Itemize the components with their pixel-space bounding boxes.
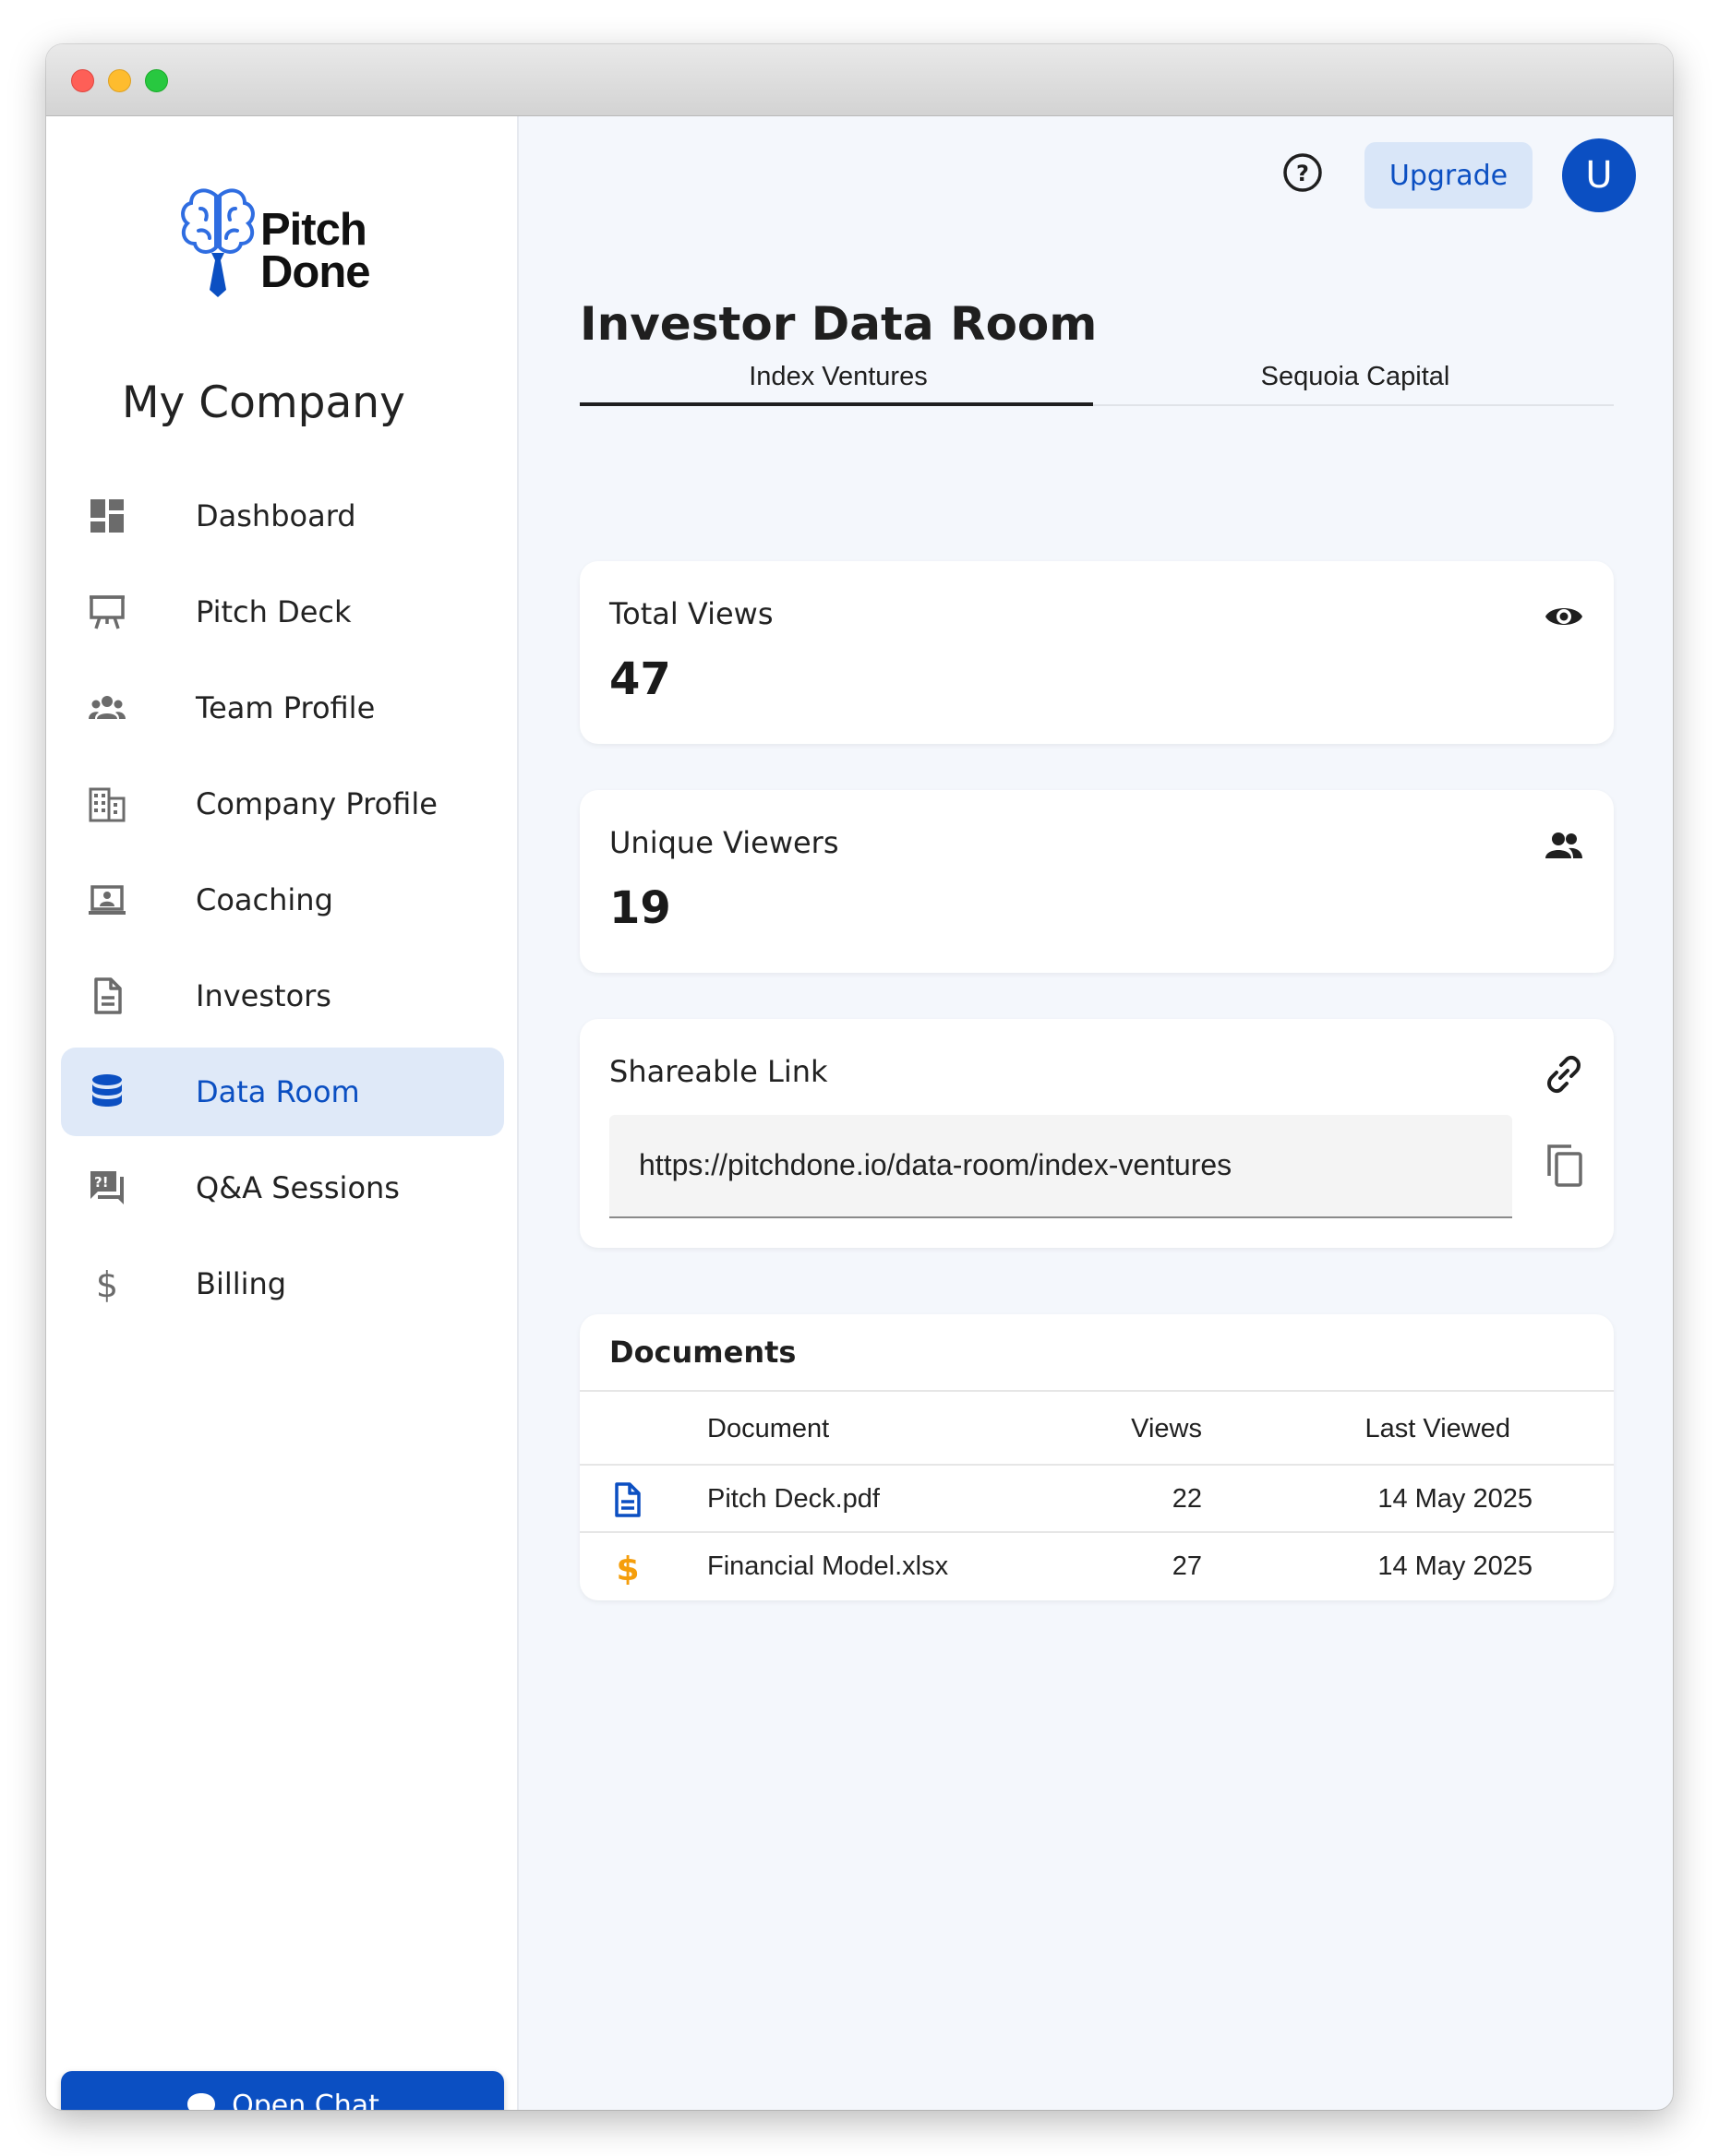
sidebar-item-dashboard[interactable]: Dashboard — [61, 472, 504, 560]
document-views: 27 — [1172, 1551, 1202, 1581]
unique-viewers-card: Unique Viewers 19 — [580, 790, 1614, 973]
svg-text:$: $ — [616, 1551, 639, 1585]
link-icon[interactable] — [1544, 1054, 1584, 1095]
shareable-link-field[interactable]: https://pitchdone.io/data-room/index-ven… — [609, 1115, 1512, 1218]
shareable-link-url: https://pitchdone.io/data-room/index-ven… — [639, 1148, 1232, 1181]
pitchdone-logo[interactable]: Pitch Done — [178, 186, 391, 301]
table-row[interactable]: Pitch Deck.pdf 22 14 May 2025 — [580, 1466, 1614, 1533]
tab-sequoia-capital[interactable]: Sequoia Capital — [1097, 362, 1614, 404]
maximize-window-button[interactable] — [145, 69, 168, 92]
svg-text:$: $ — [96, 1265, 118, 1302]
column-header-document[interactable]: Document — [707, 1414, 829, 1444]
unique-viewers-label: Unique Viewers — [609, 825, 839, 860]
open-chat-label: Open Chat — [232, 2089, 379, 2111]
documents-title: Documents — [609, 1335, 797, 1370]
sidebar-item-pitch-deck[interactable]: Pitch Deck — [61, 568, 504, 656]
svg-text:?!: ?! — [94, 1174, 109, 1191]
company-name: My Company — [122, 377, 405, 428]
investor-tabs: Index Ventures Sequoia Capital — [580, 329, 1614, 406]
logo-text: Pitch Done — [260, 205, 370, 297]
document-name: Financial Model.xlsx — [707, 1551, 949, 1581]
sidebar-item-label: Pitch Deck — [196, 594, 352, 629]
sidebar-item-label: Team Profile — [196, 690, 376, 725]
eye-icon — [1545, 608, 1582, 625]
dashboard-icon — [90, 499, 124, 533]
sidebar-item-label: Data Room — [196, 1074, 360, 1109]
sidebar-item-label: Billing — [196, 1266, 287, 1301]
svg-text:?: ? — [1296, 161, 1309, 186]
open-chat-button[interactable]: Open Chat — [61, 2071, 504, 2110]
laptop-person-icon — [89, 885, 126, 915]
sidebar-item-qa-sessions[interactable]: ?! Q&A Sessions — [61, 1144, 504, 1232]
main-content: ? Upgrade U Investor Data Room Index Ven… — [519, 116, 1673, 2110]
document-icon — [94, 977, 122, 1014]
column-header-last-viewed[interactable]: Last Viewed — [1365, 1414, 1510, 1444]
total-views-label: Total Views — [609, 596, 774, 631]
brain-tie-icon — [181, 188, 255, 297]
people-icon — [1545, 832, 1582, 858]
document-views: 22 — [1172, 1484, 1202, 1514]
close-window-button[interactable] — [71, 69, 94, 92]
sidebar-item-label: Q&A Sessions — [196, 1170, 400, 1205]
sidebar: Pitch Done My Company Dashboard Pitch De… — [46, 116, 519, 2110]
documents-card: Documents Document Views Last Viewed Pit… — [580, 1314, 1614, 1600]
building-icon — [89, 787, 126, 822]
dollar-icon: $ — [616, 1551, 639, 1585]
sidebar-item-team-profile[interactable]: Team Profile — [61, 664, 504, 752]
unique-viewers-value: 19 — [609, 882, 671, 934]
sidebar-item-label: Dashboard — [196, 498, 356, 533]
upgrade-button[interactable]: Upgrade — [1364, 142, 1533, 209]
sidebar-item-coaching[interactable]: Coaching — [61, 856, 504, 944]
dollar-icon: $ — [96, 1265, 118, 1302]
app-window: Pitch Done My Company Dashboard Pitch De… — [46, 44, 1673, 2110]
sidebar-nav: Dashboard Pitch Deck Team Profile Compan… — [61, 472, 504, 1336]
copy-icon[interactable] — [1544, 1143, 1584, 1189]
sidebar-item-label: Investors — [196, 978, 331, 1013]
shareable-link-card: Shareable Link https://pitchdone.io/data… — [580, 1019, 1614, 1248]
title-bar — [46, 44, 1673, 116]
qa-chat-icon: ?! — [90, 1171, 124, 1204]
column-header-views[interactable]: Views — [1131, 1414, 1202, 1444]
document-last-viewed: 14 May 2025 — [1377, 1484, 1533, 1514]
database-icon — [92, 1074, 122, 1107]
sidebar-item-company-profile[interactable]: Company Profile — [61, 760, 504, 848]
help-icon[interactable]: ? — [1281, 151, 1324, 194]
tab-index-ventures[interactable]: Index Ventures — [580, 362, 1097, 404]
table-row[interactable]: $ Financial Model.xlsx 27 14 May 2025 — [580, 1533, 1614, 1600]
minimize-window-button[interactable] — [108, 69, 131, 92]
sidebar-item-billing[interactable]: $ Billing — [61, 1240, 504, 1328]
total-views-card: Total Views 47 — [580, 561, 1614, 744]
chat-bubble-icon — [187, 2093, 216, 2110]
file-icon — [615, 1482, 641, 1517]
avatar[interactable]: U — [1562, 138, 1636, 212]
sidebar-item-label: Coaching — [196, 882, 333, 917]
team-group-icon — [89, 696, 126, 719]
shareable-link-label: Shareable Link — [609, 1054, 828, 1089]
sidebar-item-investors[interactable]: Investors — [61, 952, 504, 1040]
total-views-value: 47 — [609, 653, 671, 705]
documents-table-header: Document Views Last Viewed — [580, 1390, 1614, 1466]
active-tab-indicator — [580, 402, 1093, 406]
document-last-viewed: 14 May 2025 — [1377, 1551, 1533, 1581]
document-name: Pitch Deck.pdf — [707, 1484, 880, 1514]
sidebar-item-data-room[interactable]: Data Room — [61, 1048, 504, 1136]
presentation-easel-icon — [90, 595, 125, 629]
sidebar-item-label: Company Profile — [196, 786, 438, 821]
